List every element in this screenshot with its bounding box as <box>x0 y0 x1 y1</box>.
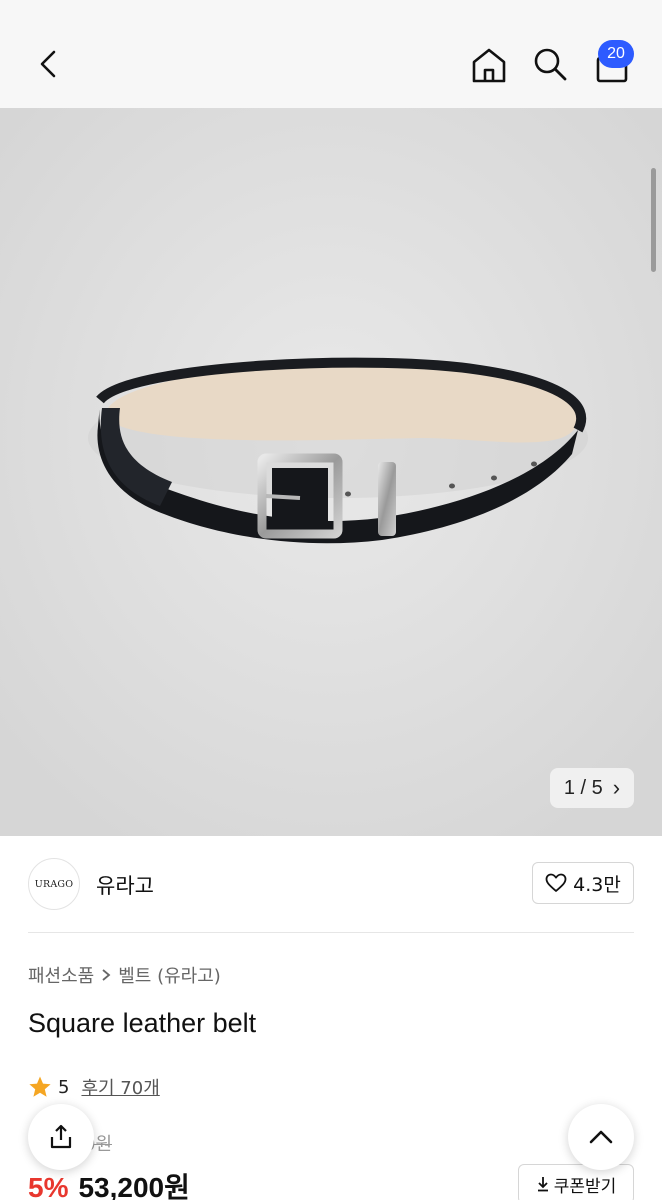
breadcrumb-item-category[interactable]: 패션소품 <box>28 962 94 988</box>
chevron-right-icon: › <box>612 775 621 800</box>
rating-score: 5 <box>58 1076 70 1098</box>
pager-separator: / <box>580 776 587 799</box>
share-icon <box>50 1124 72 1149</box>
coupon-download-button[interactable]: 쿠폰받기 <box>518 1164 634 1200</box>
chevron-up-icon <box>589 1130 613 1144</box>
pager-total: 5 <box>591 776 603 799</box>
top-nav-bar: 20 <box>0 0 662 108</box>
price-row: 5% 53,200원 <box>28 1166 190 1200</box>
scroll-to-top-button[interactable] <box>568 1104 634 1170</box>
brand-row: URAGO 유라고 4.3만 <box>0 836 662 932</box>
pager-current: 1 <box>563 776 575 799</box>
gallery-pager[interactable]: 1 / 5 › <box>550 768 634 808</box>
back-icon <box>40 50 56 78</box>
breadcrumb: 패션소품 벨트 (유라고) <box>28 962 221 988</box>
home-icon <box>472 48 506 83</box>
pager-text: 1 / 5 <box>564 777 603 800</box>
search-icon <box>534 48 567 81</box>
like-count: 4.3만 <box>573 873 621 896</box>
rating-row: 5 후기 70개 <box>28 1074 160 1100</box>
cart-count-badge: 20 <box>598 40 634 68</box>
chevron-right-icon <box>102 969 111 981</box>
divider <box>28 932 634 933</box>
back-button[interactable] <box>26 42 70 86</box>
like-button[interactable]: 4.3만 <box>532 862 634 904</box>
download-icon <box>537 1177 548 1192</box>
sale-price: 53,200원 <box>78 1172 190 1200</box>
belt-product-image <box>0 108 662 836</box>
product-title: Square leather belt <box>28 1008 257 1038</box>
heart-icon <box>545 873 567 892</box>
breadcrumb-item-subcategory[interactable]: 벨트 (유라고) <box>118 962 221 988</box>
coupon-label: 쿠폰받기 <box>553 1176 617 1197</box>
brand-logo-text: URAGO <box>34 878 74 890</box>
review-count-link[interactable]: 후기 70개 <box>81 1074 159 1100</box>
scrollbar-thumb[interactable] <box>651 168 656 272</box>
product-image-gallery[interactable] <box>0 108 662 836</box>
home-button[interactable] <box>466 42 512 88</box>
discount-rate: 5% <box>28 1172 69 1200</box>
brand-name[interactable]: 유라고 <box>96 870 154 900</box>
star-icon <box>29 1076 51 1097</box>
search-button[interactable] <box>528 42 572 86</box>
share-button[interactable] <box>28 1104 94 1170</box>
brand-logo[interactable]: URAGO <box>28 858 80 910</box>
